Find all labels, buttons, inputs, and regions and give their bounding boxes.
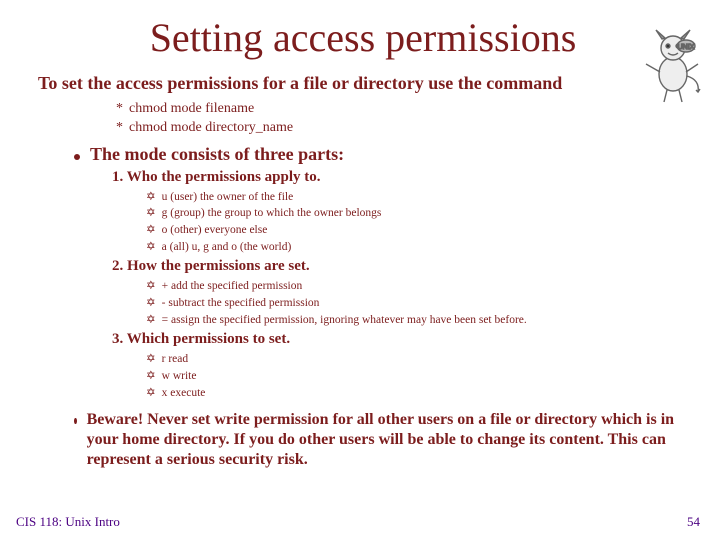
bullet-icon: [74, 418, 77, 424]
footer-left: CIS 118: Unix Intro: [16, 514, 120, 530]
star-icon: *: [116, 101, 123, 116]
page-number: 54: [687, 514, 700, 530]
mode-heading: The mode consists of three parts:: [90, 144, 344, 165]
item-text: u (user) the owner of the file: [162, 191, 294, 203]
star-of-david-icon: ✡: [146, 224, 156, 236]
svg-text:UNIX: UNIX: [678, 44, 695, 51]
command-list: * chmod mode filename * chmod mode directo…: [38, 100, 688, 138]
section-2-items: ✡ + add the specified permission ✡ - subtr…: [38, 278, 688, 328]
beware-row: Beware! Never set write permission for a…: [38, 408, 688, 471]
section-1-heading: 1. Who the permissions apply to.: [38, 169, 688, 186]
star-of-david-icon: ✡: [146, 297, 156, 309]
section-3-items: ✡ r read ✡ w write ✡ x execute: [38, 351, 688, 401]
mode-heading-row: The mode consists of three parts:: [38, 144, 688, 165]
star-icon: *: [116, 120, 123, 135]
item-text: r read: [162, 353, 189, 365]
slide-title: Setting access permissions: [38, 14, 688, 61]
item-text: - subtract the specified permission: [162, 297, 320, 309]
star-of-david-icon: ✡: [146, 191, 156, 203]
star-of-david-icon: ✡: [146, 241, 156, 253]
item-text: x execute: [162, 387, 206, 399]
bullet-icon: [74, 154, 80, 160]
star-of-david-icon: ✡: [146, 280, 156, 292]
footer: CIS 118: Unix Intro 54: [16, 514, 700, 530]
beware-text: Beware! Never set write permission for a…: [87, 410, 688, 471]
star-of-david-icon: ✡: [146, 353, 156, 365]
command-text: chmod mode directory_name: [129, 120, 293, 135]
slide-subtitle: To set the access permissions for a file…: [38, 73, 688, 94]
item-text: = assign the specified permission, ignor…: [162, 314, 527, 326]
item-text: g (group) the group to which the owner b…: [162, 207, 382, 219]
devil-mascot-icon: UNIX: [640, 26, 706, 104]
star-of-david-icon: ✡: [146, 387, 156, 399]
item-text: a (all) u, g and o (the world): [162, 241, 292, 253]
section-1-items: ✡ u (user) the owner of the file ✡ g (grou…: [38, 189, 688, 256]
item-text: w write: [162, 370, 197, 382]
section-3-heading: 3. Which permissions to set.: [38, 331, 688, 348]
section-2-heading: 2. How the permissions are set.: [38, 258, 688, 275]
item-text: + add the specified permission: [162, 280, 303, 292]
star-of-david-icon: ✡: [146, 370, 156, 382]
star-of-david-icon: ✡: [146, 314, 156, 326]
command-text: chmod mode filename: [129, 101, 254, 116]
item-text: o (other) everyone else: [162, 224, 268, 236]
star-of-david-icon: ✡: [146, 207, 156, 219]
